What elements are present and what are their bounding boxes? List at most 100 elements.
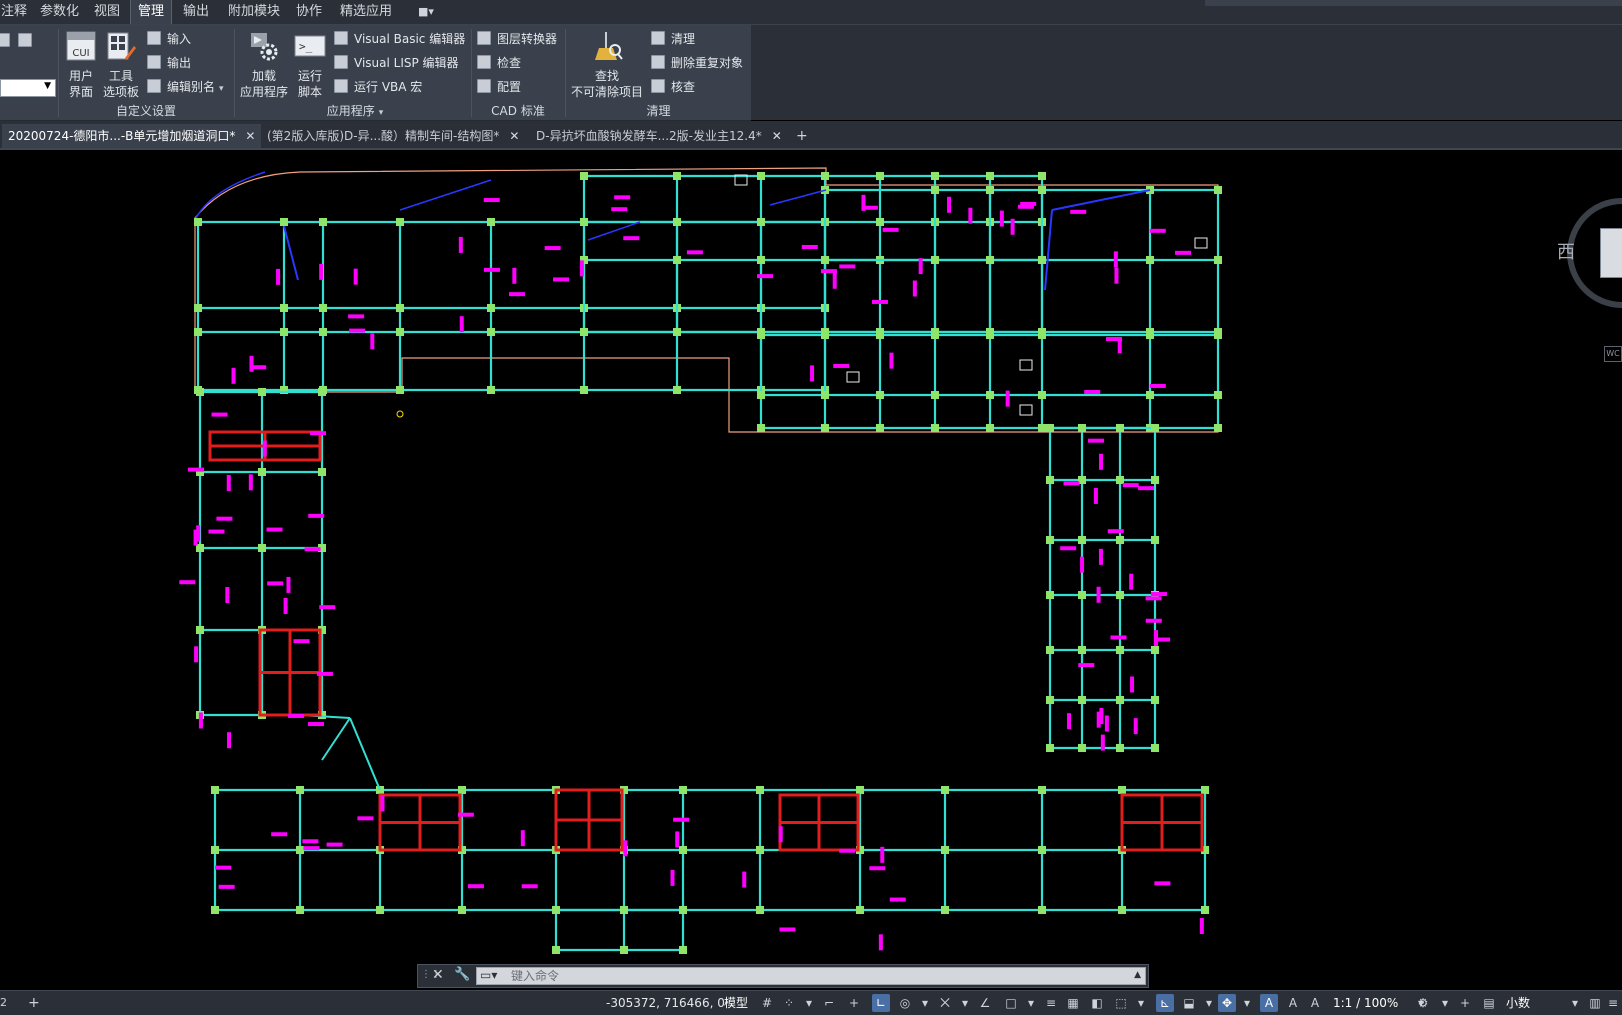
tab-featured-apps[interactable]: 精选应用 (333, 0, 399, 24)
selection-cycling-icon[interactable]: ◧ (1088, 994, 1106, 1012)
layer-translator-button[interactable]: 图层转换器 (477, 29, 557, 49)
tab-manage[interactable]: 管理 (130, 0, 173, 24)
customization-menu-icon[interactable]: ≡ (1604, 994, 1622, 1012)
chevron-down-icon[interactable]: ▾ (956, 994, 974, 1012)
quick-properties-icon[interactable]: ▥ (1586, 994, 1604, 1012)
annotation-monitor-icon[interactable]: + (1456, 994, 1474, 1012)
tab-addins[interactable]: 附加模块 (221, 0, 287, 24)
vba-editor-button[interactable]: Visual Basic 编辑器 (334, 29, 465, 49)
object-snap-icon[interactable]: □ (1002, 994, 1020, 1012)
3d-osnap-icon[interactable]: ⬚ (1112, 994, 1130, 1012)
infer-constraints-icon[interactable]: ⌐ (820, 994, 838, 1012)
units-value[interactable]: 小数 (1506, 991, 1530, 1015)
overkill-button[interactable]: 删除重复对象 (651, 53, 743, 73)
tab-parametric[interactable]: 参数化 (33, 0, 86, 24)
chevron-down-icon[interactable]: ▾ (800, 994, 818, 1012)
floor-plan-drawing (179, 167, 1222, 954)
ribbon-options-icon[interactable]: ■▾ (418, 0, 434, 24)
tab-view[interactable]: 视图 (87, 0, 127, 24)
file-tab-bar: 20200724-德阳市...-B单元增加烟道洞口* ✕ (第2版入库版)D-异.… (0, 121, 1622, 150)
chevron-down-icon[interactable]: ▾ (1238, 994, 1256, 1012)
chevron-down-icon[interactable]: ▾ (1200, 994, 1218, 1012)
annotation-scale-icon[interactable]: A (1306, 994, 1324, 1012)
file-tab-2[interactable]: (第2版入库版)D-异...酸）精制车间-结构图* ✕ (261, 124, 525, 148)
edit-aliases-button[interactable]: 编辑别名 ▾ (147, 77, 224, 97)
tab-output[interactable]: 输出 (176, 0, 216, 24)
compass-west-label: 西 (1557, 242, 1575, 263)
close-icon[interactable]: ✕ (245, 129, 255, 143)
chevron-down-icon[interactable]: ▾ (1022, 994, 1040, 1012)
check-standards-icon (477, 55, 491, 69)
lisp-editor-button[interactable]: Visual LISP 编辑器 (334, 53, 459, 73)
new-tab-plus-icon[interactable]: + (796, 124, 808, 148)
run-script-button[interactable]: >_ 运行 脚本 (292, 30, 328, 100)
run-script-label: 运行 脚本 (297, 69, 322, 99)
tab-collaborate[interactable]: 协作 (289, 0, 329, 24)
file-tab-3[interactable]: D-异抗坏血酸钠发酵车...2版-发业主12.4* ✕ (530, 124, 788, 148)
wrench-icon[interactable]: 🔧 (454, 967, 470, 982)
purge-button[interactable]: 清理 (651, 29, 695, 49)
user-interface-button[interactable]: CUI 用户 界面 (62, 30, 100, 100)
snap-icon[interactable]: ⁘ (780, 994, 798, 1012)
lineweight-icon[interactable]: ≡ (1042, 994, 1060, 1012)
partial-left-icons[interactable] (0, 31, 38, 51)
tab-annotate[interactable]: 注释 (0, 0, 34, 24)
auto-scale-icon[interactable]: A (1284, 994, 1302, 1012)
ribbon-panel: ▼ CUI 用户 界面 工具 选项板 输入 输出 编辑别名 ▾ 自定义设置 加载 … (0, 25, 751, 121)
viewcube-face[interactable] (1600, 228, 1622, 278)
file-tab-1[interactable]: 20200724-德阳市...-B单元增加烟道洞口* ✕ (2, 124, 262, 148)
model-space-button[interactable]: 模型 (724, 991, 748, 1015)
close-icon[interactable]: ✕ (509, 129, 519, 143)
chevron-down-icon[interactable]: ▾ (1566, 994, 1584, 1012)
dynamic-input-icon[interactable]: + (845, 994, 863, 1012)
cad-standards-panel-title: CAD 标准 (491, 104, 545, 118)
audit-icon (651, 79, 665, 93)
applications-panel-title[interactable]: 应用程序 ▾ (236, 103, 474, 119)
find-nonpurgeable-button[interactable]: 查找 不可清除项目 (568, 30, 646, 100)
tool-palettes-button[interactable]: 工具 选项板 (101, 30, 141, 100)
layout-tab-label[interactable]: 2 (0, 991, 7, 1015)
annotation-visibility-icon[interactable]: A (1260, 994, 1278, 1012)
close-icon[interactable]: ✕ (772, 129, 782, 143)
drawing-canvas[interactable]: 西 WC (0, 150, 1622, 964)
command-input[interactable]: ▭▾ 键入命令 ▲ (476, 967, 1146, 985)
load-application-icon (251, 33, 278, 61)
overkill-icon (651, 55, 665, 69)
chevron-down-icon[interactable]: ▾ (1132, 994, 1150, 1012)
annotation-scale-value[interactable]: 1:1 / 100% (1333, 991, 1398, 1015)
transparency-icon[interactable]: ▦ (1064, 994, 1082, 1012)
user-interface-label: 用户 界面 (68, 69, 93, 99)
import-button[interactable]: 输入 (147, 29, 191, 49)
audit-button[interactable]: 核查 (651, 77, 695, 97)
gizmo-icon[interactable]: ✥ (1218, 994, 1236, 1012)
object-snap-tracking-icon[interactable]: ∠ (976, 994, 994, 1012)
check-standards-button[interactable]: 检查 (477, 53, 521, 73)
grid-icon[interactable]: # (758, 994, 776, 1012)
command-prompt-icon[interactable]: ▭▾ (480, 968, 497, 982)
viewcube[interactable]: 西 (1557, 198, 1622, 308)
dynamic-ucs-icon[interactable]: ⊾ (1156, 994, 1174, 1012)
ortho-icon[interactable]: ∟ (872, 994, 890, 1012)
script-icon: >_ (294, 35, 326, 57)
export-button[interactable]: 输出 (147, 53, 191, 73)
run-vba-macro-button[interactable]: 运行 VBA 宏 (334, 77, 422, 97)
partial-combo-dropdown[interactable]: ▼ (0, 79, 56, 97)
svg-text:>_: >_ (299, 40, 313, 53)
load-application-label: 加载 应用程序 (239, 69, 288, 99)
chevron-down-icon[interactable]: ▾ (916, 994, 934, 1012)
workspace-gear-icon[interactable]: ⚙ (1414, 994, 1432, 1012)
close-icon[interactable]: ✕ (432, 967, 444, 983)
svg-text:CUI: CUI (72, 48, 89, 59)
load-application-button[interactable]: 加载 应用程序 (238, 30, 290, 100)
add-layout-plus-icon[interactable]: + (28, 991, 40, 1015)
polar-tracking-icon[interactable]: ◎ (896, 994, 914, 1012)
configure-standards-button[interactable]: 配置 (477, 77, 521, 97)
selection-filter-icon[interactable]: ⬓ (1180, 994, 1198, 1012)
chevron-down-icon[interactable]: ▾ (1436, 994, 1454, 1012)
purge-icon (651, 31, 665, 45)
import-icon (147, 31, 161, 45)
wcs-menu[interactable]: WC (1604, 346, 1622, 362)
chevron-up-icon[interactable]: ▲ (1134, 970, 1141, 980)
isodraft-icon[interactable]: ⨉ (936, 994, 954, 1012)
units-icon[interactable]: ▤ (1480, 994, 1498, 1012)
